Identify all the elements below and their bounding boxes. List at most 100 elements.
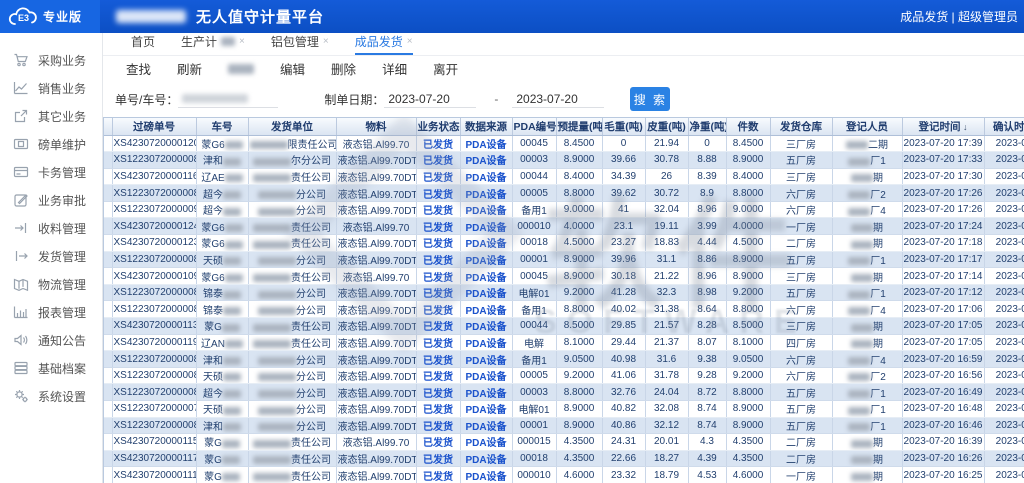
- col-confirm[interactable]: 确认时间: [984, 118, 1024, 135]
- col-warehouse[interactable]: 发货仓库: [770, 118, 832, 135]
- cell-operator: 期: [832, 218, 902, 235]
- tab-4[interactable]: 成品发货×: [355, 33, 413, 55]
- cell-status: 已发货: [416, 251, 460, 268]
- table-row[interactable]: XS12230720000086天硕分公司液态铝.Al99.70DT已发货PDA…: [104, 251, 1024, 268]
- cell-time: 2023-07-20 16:48: [902, 401, 984, 418]
- cell-pieces: 8.9000: [726, 152, 770, 169]
- sidebar-item-4[interactable]: 磅单维护: [0, 130, 102, 158]
- sidebar-item-12[interactable]: 基础档案: [0, 354, 102, 382]
- tab-3[interactable]: 铝包管理×: [271, 33, 329, 55]
- cell-material: 液态铝.Al99.70DT: [336, 417, 416, 434]
- col-gross[interactable]: 毛重(吨): [602, 118, 645, 135]
- source-badge: PDA设备: [465, 422, 506, 433]
- sort-desc-icon[interactable]: ↓: [960, 122, 967, 132]
- table-row[interactable]: XS12230720000079天硕分公司液态铝.Al99.70DT已发货PDA…: [104, 401, 1024, 418]
- table-row[interactable]: XS4230720000124蒙G6责任公司液态铝.Al99.70已发货PDA设…: [104, 218, 1024, 235]
- table-row[interactable]: XS4230720000123蒙G6责任公司液态铝.Al99.70DT已发货PD…: [104, 235, 1024, 252]
- toolbar-button-6[interactable]: 详细: [382, 59, 407, 78]
- col-material[interactable]: 物料: [336, 118, 416, 135]
- sidebar-item-1[interactable]: 采购业务: [0, 46, 102, 74]
- toolbar-button-4[interactable]: 编辑: [280, 59, 305, 78]
- col-source[interactable]: 数据来源: [460, 118, 512, 135]
- toolbar-button-3[interactable]: [228, 62, 254, 76]
- table-row[interactable]: XS12230720000086锦泰分公司液态铝.Al99.70DT已发货PDA…: [104, 284, 1024, 301]
- date-to-input[interactable]: 2023-07-20: [512, 90, 604, 108]
- table-row[interactable]: XS12230720000082锦泰分公司液态铝.Al99.70DT已发货PDA…: [104, 301, 1024, 318]
- col-net[interactable]: 净重(吨): [688, 118, 726, 135]
- tab-close-icon[interactable]: ×: [407, 37, 413, 47]
- sidebar-item-13[interactable]: 系统设置: [0, 382, 102, 410]
- tab-1[interactable]: 首页: [131, 33, 155, 55]
- order-number-input[interactable]: [178, 90, 278, 108]
- col-pda[interactable]: PDA编号: [512, 118, 556, 135]
- table-row[interactable]: XS12230720000088超今分公司液态铝.Al99.70DT已发货PDA…: [104, 185, 1024, 202]
- table-row[interactable]: XS4230720000111蒙G责任公司液态铝.Al99.70DT已发货PDA…: [104, 467, 1024, 483]
- sidebar-item-5[interactable]: 卡务管理: [0, 158, 102, 186]
- cell-gross: 32.76: [602, 384, 645, 401]
- sidebar-item-7[interactable]: 收料管理: [0, 214, 102, 242]
- cell-source: PDA设备: [460, 168, 512, 185]
- cell-plate: 津和: [196, 152, 248, 169]
- plate-redacted: [225, 274, 243, 282]
- search-button[interactable]: 搜 索: [630, 87, 670, 111]
- table-row[interactable]: XS12230720000083天硕分公司液态铝.Al99.70DT已发货PDA…: [104, 367, 1024, 384]
- unit-visible-text: 分公司: [296, 405, 326, 416]
- toolbar-button-7[interactable]: 离开: [433, 59, 458, 78]
- col-tare[interactable]: 皮重(吨): [645, 118, 688, 135]
- cell-time: 2023-07-20 16:39: [902, 434, 984, 451]
- plate-redacted: [222, 456, 240, 464]
- cell-operator: 厂1: [832, 417, 902, 434]
- plate-redacted: [222, 440, 240, 448]
- unit-redacted: [258, 307, 296, 315]
- table-row[interactable]: XS4230720000120蒙G6限责任公司液态铝.Al99.70已发货PDA…: [104, 135, 1024, 152]
- sidebar-item-8[interactable]: 发货管理: [0, 242, 102, 270]
- col-pieces[interactable]: 件数: [726, 118, 770, 135]
- tab-close-icon[interactable]: ×: [239, 37, 245, 47]
- cell-sel: [104, 185, 112, 202]
- table-row[interactable]: XS12230720000090超今分公司液态铝.Al99.70DT已发货PDA…: [104, 201, 1024, 218]
- operator-redacted: [851, 241, 873, 249]
- sidebar-item-3[interactable]: 其它业务: [0, 102, 102, 130]
- table-row[interactable]: XS4230720000113蒙G责任公司液态铝.Al99.70DT已发货PDA…: [104, 318, 1024, 335]
- sidebar-item-9[interactable]: 物流管理: [0, 270, 102, 298]
- col-operator[interactable]: 登记人员: [832, 118, 902, 135]
- toolbar-button-1[interactable]: 查找: [126, 59, 151, 78]
- toolbar-button-5[interactable]: 删除: [331, 59, 356, 78]
- sidebar-item-11[interactable]: 通知公告: [0, 326, 102, 354]
- table-row[interactable]: XS4230720000115蒙G责任公司液态铝.Al99.70已发货PDA设备…: [104, 434, 1024, 451]
- table-row[interactable]: XS12230720000087津和分公司液态铝.Al99.70DT已发货PDA…: [104, 351, 1024, 368]
- cell-no: XS12230720000086: [112, 251, 196, 268]
- table-row[interactable]: XS4230720000119辽AN责任公司液态铝.Al99.70DT已发货PD…: [104, 334, 1024, 351]
- col-time[interactable]: 登记时间 ↓: [902, 118, 984, 135]
- unit-visible-text: 分公司: [296, 389, 326, 400]
- plate-redacted: [223, 373, 241, 381]
- col-pre[interactable]: 预提量(吨: [556, 118, 602, 135]
- sidebar-item-10[interactable]: 报表管理: [0, 298, 102, 326]
- table-row[interactable]: XS4230720000109蒙G6责任公司液态铝.Al99.70已发货PDA设…: [104, 268, 1024, 285]
- cell-pre: 9.2000: [556, 284, 602, 301]
- cell-operator: 二期: [832, 135, 902, 152]
- table-row[interactable]: XS12230720000089津和尔分公司液态铝.Al99.70DT已发货PD…: [104, 152, 1024, 169]
- table-row[interactable]: XS4230720000116辽AE责任公司液态铝.Al99.70DT已发货PD…: [104, 168, 1024, 185]
- cell-no: XS4230720000111: [112, 467, 196, 483]
- user-info[interactable]: 成品发货 | 超级管理员: [900, 8, 1024, 25]
- table-row[interactable]: XS12230720000084津和分公司液态铝.Al99.70DT已发货PDA…: [104, 417, 1024, 434]
- table-row[interactable]: XS4230720000117蒙G责任公司液态铝.Al99.70DT已发货PDA…: [104, 450, 1024, 467]
- plate-visible-text: 天硕: [203, 256, 223, 267]
- sidebar-item-6[interactable]: 业务审批: [0, 186, 102, 214]
- tab-2[interactable]: 生产计×: [181, 33, 245, 55]
- table-row[interactable]: XS12230720000085超今分公司液态铝.Al99.70DT已发货PDA…: [104, 384, 1024, 401]
- col-no[interactable]: 过磅单号: [112, 118, 196, 135]
- tab-close-icon[interactable]: ×: [323, 37, 329, 47]
- cell-no: XS4230720000120: [112, 135, 196, 152]
- toolbar-button-2[interactable]: 刷新: [177, 59, 202, 78]
- cell-pieces: 8.5000: [726, 318, 770, 335]
- col-status[interactable]: 业务状态: [416, 118, 460, 135]
- cell-operator: 厂2: [832, 367, 902, 384]
- col-unit[interactable]: 发货单位: [248, 118, 336, 135]
- sidebar-item-2[interactable]: 销售业务: [0, 74, 102, 102]
- col-plate[interactable]: 车号: [196, 118, 248, 135]
- date-from-input[interactable]: 2023-07-20: [384, 90, 476, 108]
- cell-pieces: 4.5000: [726, 235, 770, 252]
- cell-gross: 23.32: [602, 467, 645, 483]
